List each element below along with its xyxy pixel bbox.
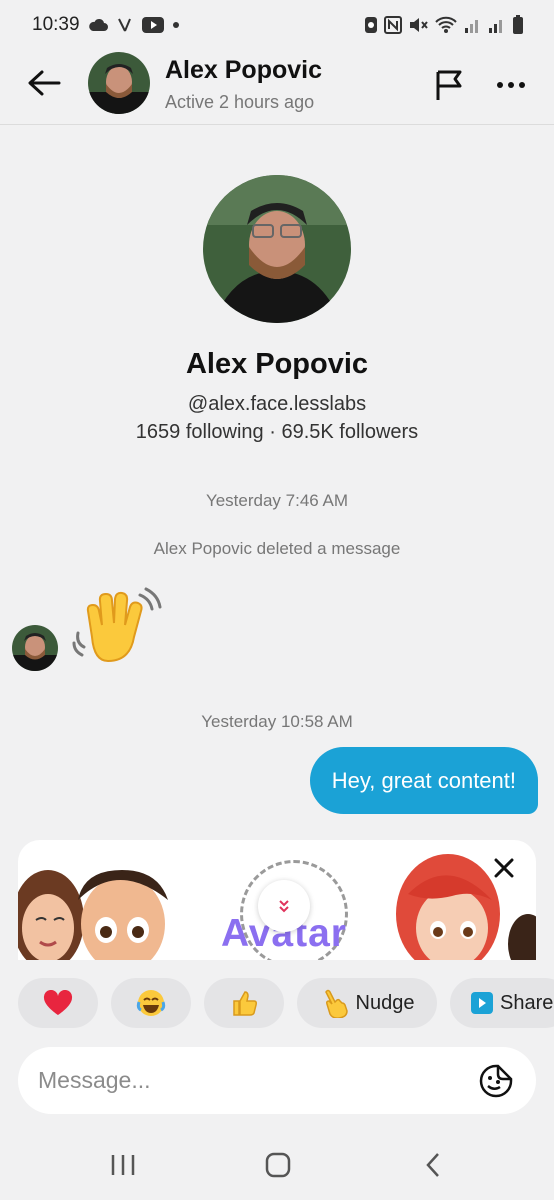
share-button[interactable]: Share — [450, 978, 554, 1028]
message-input[interactable] — [38, 1067, 476, 1094]
profile-photo-icon — [203, 175, 351, 323]
home-icon — [265, 1152, 291, 1178]
close-banner-button[interactable] — [488, 852, 520, 884]
battery-icon — [512, 15, 524, 35]
scroll-down-button[interactable] — [258, 880, 310, 932]
system-nav-bar — [0, 1130, 554, 1200]
status-bar: 10:39 — [0, 0, 554, 50]
mute-icon — [408, 16, 428, 34]
sent-message-bubble[interactable]: Hey, great content! — [309, 747, 538, 814]
recent-apps-button[interactable] — [103, 1148, 143, 1182]
header-name[interactable]: Alex Popovic — [165, 56, 322, 85]
nfc-icon — [384, 16, 402, 34]
recent-apps-icon — [111, 1155, 135, 1175]
chevron-left-icon — [426, 1153, 439, 1177]
report-button[interactable] — [430, 66, 470, 104]
share-icon — [471, 992, 493, 1014]
profile-stats: 1659 following · 69.5K followers — [135, 421, 419, 443]
flag-icon — [436, 70, 462, 100]
header-status: Active 2 hours ago — [165, 92, 315, 112]
cloud-icon — [88, 18, 108, 32]
status-right — [364, 15, 524, 35]
profile-photo-icon — [12, 625, 58, 671]
chevron-double-down-icon — [279, 900, 289, 913]
thumbs-up-icon — [233, 991, 257, 1016]
sent-message-text: Hey, great content! — [331, 767, 516, 793]
profile-photo-icon — [88, 52, 150, 114]
tiktok-icon — [116, 16, 134, 34]
sticker-button[interactable] — [476, 1061, 516, 1101]
status-left: 10:39 — [32, 14, 180, 36]
reaction-heart-button[interactable] — [18, 978, 98, 1028]
status-time: 10:39 — [32, 14, 80, 35]
point-icon — [324, 989, 348, 1018]
reaction-laugh-button[interactable] — [111, 978, 191, 1028]
nudge-button[interactable]: Nudge — [297, 978, 437, 1028]
signal-icon — [464, 16, 482, 34]
profile-name[interactable]: Alex Popovic — [0, 348, 554, 381]
reaction-thumbs-up-button[interactable] — [204, 978, 284, 1028]
share-label: Share — [500, 991, 554, 1014]
youtube-icon — [141, 17, 164, 33]
message-composer — [18, 1047, 536, 1114]
data-saver-icon — [364, 16, 378, 34]
laugh-cry-icon — [136, 990, 166, 1016]
dot-icon — [172, 21, 180, 29]
heart-icon — [43, 990, 73, 1015]
avatar-character-left-icon — [18, 870, 168, 960]
close-icon — [494, 858, 514, 878]
back-button[interactable] — [24, 66, 64, 100]
arrow-left-icon — [28, 70, 61, 96]
message-timestamp: Yesterday 10:58 AM — [201, 712, 353, 731]
system-message: Alex Popovic deleted a message — [153, 539, 401, 558]
nudge-label: Nudge — [355, 991, 415, 1014]
wifi-icon — [434, 16, 458, 34]
more-button[interactable] — [490, 66, 532, 104]
message-timestamp: Yesterday 7:46 AM — [205, 491, 349, 510]
sticker-icon — [479, 1064, 513, 1097]
home-button[interactable] — [258, 1148, 298, 1182]
sender-avatar[interactable] — [12, 625, 58, 671]
avatar-promo-banner[interactable]: Avatar — [18, 840, 536, 960]
profile-avatar[interactable] — [203, 175, 351, 323]
waving-hand-icon[interactable] — [70, 585, 162, 665]
header-avatar[interactable] — [88, 52, 150, 114]
profile-handle: @alex.face.lesslabs — [187, 393, 367, 415]
chat-header: Alex Popovic Active 2 hours ago — [0, 50, 554, 125]
signal-icon — [488, 16, 506, 34]
system-back-button[interactable] — [413, 1148, 453, 1182]
quick-reactions-row: Nudge Share — [18, 978, 554, 1028]
more-horizontal-icon — [497, 82, 525, 88]
